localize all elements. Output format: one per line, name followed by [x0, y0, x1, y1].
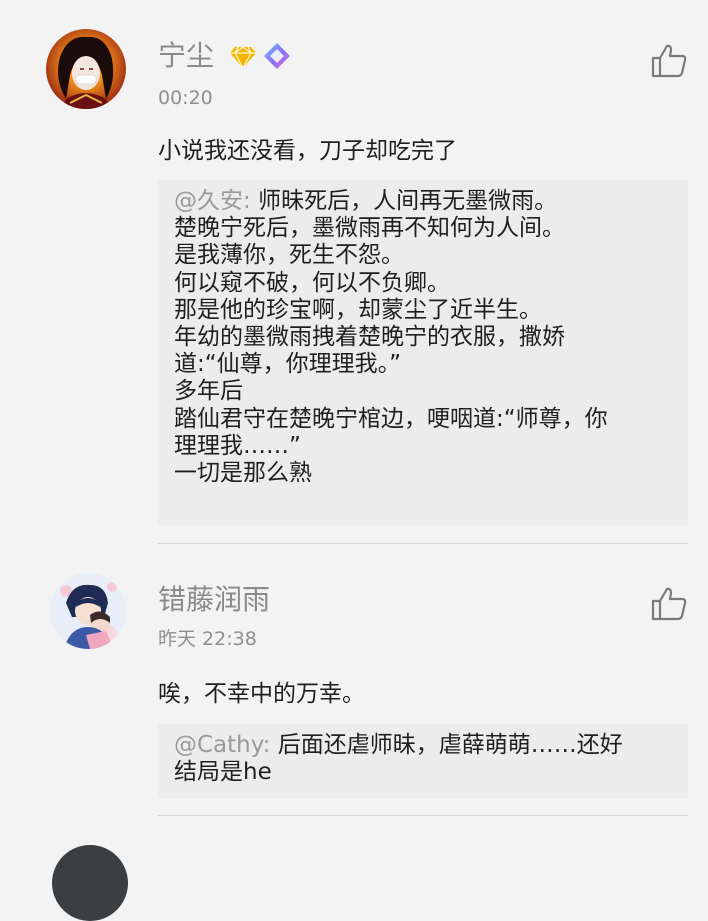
gem-badge-icon [263, 42, 291, 74]
quote-line: 年幼的墨微雨拽着楚晚宁的衣服，撒娇 [174, 323, 565, 350]
quoted-reply[interactable]: @Cathy: 后面还虐师昧，虐薛萌萌……还好 结局是he [158, 724, 688, 798]
quote-line: 踏仙君守在楚晚宁棺边，哽咽道:“师尊，你 [174, 405, 608, 432]
divider [158, 543, 688, 544]
username[interactable]: 宁尘 [158, 40, 214, 72]
quote-line: 楚晚宁死后，墨微雨再不知何为人间。 [174, 215, 565, 242]
like-button[interactable] [650, 42, 688, 80]
quote-line: 那是他的珍宝啊，却蒙尘了近半生。 [174, 296, 542, 323]
quote-line: 是我薄你，死生不怨。 [174, 242, 404, 269]
quote-line: @Cathy: 后面还虐师昧，虐薛萌萌……还好 [174, 732, 623, 758]
quote-line: @久安: 师昧死后，人间再无墨微雨。 [174, 188, 558, 214]
quote-line: 理理我……” [174, 432, 301, 459]
comment-text: 唉，不幸中的万幸。 [158, 681, 365, 707]
quote-line: 一切是那么熟 [174, 459, 312, 486]
timestamp: 昨天 22:38 [158, 628, 257, 650]
comment-text: 小说我还没看，刀子却吃完了 [158, 138, 457, 164]
quote-line: 多年后 [174, 378, 243, 405]
diamond-badge-icon [229, 42, 257, 74]
divider [158, 815, 688, 816]
username[interactable]: 错藤润雨 [158, 584, 270, 616]
quoted-reply[interactable]: @久安: 师昧死后，人间再无墨微雨。 楚晚宁死后，墨微雨再不知何为人间。 是我薄… [158, 180, 688, 525]
thumbs-up-icon [651, 44, 687, 78]
avatar[interactable] [50, 573, 126, 649]
quoted-username[interactable]: @久安: [174, 188, 251, 214]
avatar[interactable] [46, 29, 126, 109]
avatar[interactable] [52, 845, 128, 921]
timestamp: 00:20 [158, 87, 213, 109]
quote-line: 何以窥不破，何以不负卿。 [174, 269, 450, 296]
quote-line: 道:“仙尊，你理理我。” [174, 351, 402, 378]
quote-line: 结局是he [174, 759, 272, 786]
quoted-username[interactable]: @Cathy: [174, 732, 270, 758]
like-button[interactable] [650, 585, 688, 623]
badges [229, 42, 291, 74]
thumbs-up-icon [651, 587, 687, 621]
